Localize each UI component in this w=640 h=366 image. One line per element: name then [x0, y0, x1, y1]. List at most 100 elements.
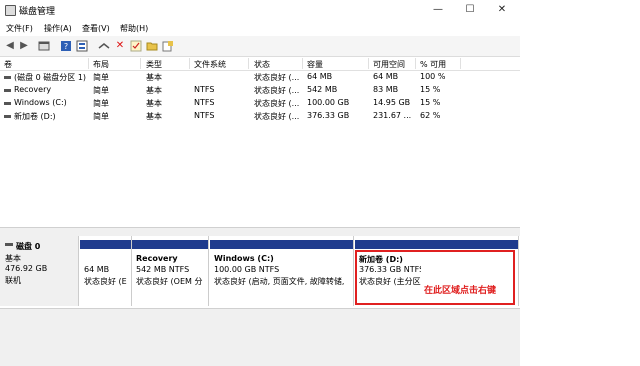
column-divider[interactable]: [140, 58, 141, 69]
volume-name: (磁盘 0 磁盘分区 1): [14, 73, 87, 82]
volume-list-header: 卷 布局 类型 文件系统 状态 容量 可用空间 % 可用: [0, 57, 520, 71]
volume-name: 新加卷 (D:): [14, 112, 56, 121]
search-icon[interactable]: [162, 40, 174, 52]
volume-layout: 简单: [93, 99, 109, 108]
properties-icon[interactable]: [76, 40, 88, 52]
volume-percent-free: 100 %: [420, 72, 446, 81]
volume-status: 状态良好 (...: [254, 73, 300, 82]
volume-row[interactable]: Windows (C:) 简单 基本 NTFS 状态良好 (... 100.00…: [0, 97, 520, 109]
column-divider[interactable]: [189, 58, 190, 69]
volume-icon: [4, 102, 11, 105]
maximize-button[interactable]: ☐: [460, 3, 480, 17]
toolbar: ◀ ▶ ? ✕: [0, 36, 520, 57]
disk-name: 磁盘 0: [16, 242, 41, 251]
menu-action[interactable]: 操作(A): [44, 23, 72, 34]
volume-capacity: 100.00 GB: [307, 98, 350, 107]
column-header-status[interactable]: 状态: [254, 59, 270, 70]
minimize-button[interactable]: —: [428, 3, 448, 17]
column-header-volume[interactable]: 卷: [4, 59, 12, 70]
volume-row[interactable]: 新加卷 (D:) 简单 基本 NTFS 状态良好 (... 376.33 GB …: [0, 110, 520, 122]
column-header-free-space[interactable]: 可用空间: [373, 59, 405, 70]
partition-size: 542 MB NTFS: [136, 265, 190, 274]
partition-status: 状态良好 (启动, 页面文件, 故障转储,: [214, 277, 345, 286]
close-button[interactable]: ✕: [492, 3, 512, 17]
partition-title: Recovery: [136, 254, 178, 263]
title-bar: 磁盘管理 — ☐ ✕: [0, 0, 520, 20]
volume-layout: 简单: [93, 73, 109, 82]
annotation-label: 在此区域点击右键: [424, 286, 497, 296]
volume-filesystem: NTFS: [194, 111, 215, 120]
volume-status: 状态良好 (...: [254, 112, 300, 121]
menu-bar: 文件(F) 操作(A) 查看(V) 帮助(H): [0, 20, 520, 36]
partition-bar: [210, 240, 353, 249]
partition-size: 100.00 GB NTFS: [214, 265, 280, 274]
column-header-type[interactable]: 类型: [146, 59, 162, 70]
forward-icon[interactable]: ▶: [18, 40, 30, 52]
partition-block[interactable]: Windows (C:) 100.00 GB NTFS 状态良好 (启动, 页面…: [210, 236, 354, 306]
menu-file[interactable]: 文件(F): [6, 23, 33, 34]
volume-layout: 简单: [93, 86, 109, 95]
volume-icon: [4, 89, 11, 92]
volume-free-space: 64 MB: [373, 72, 399, 81]
volume-capacity: 542 MB: [307, 85, 338, 94]
menu-help[interactable]: 帮助(H): [120, 23, 148, 34]
volume-type: 基本: [146, 99, 162, 108]
volume-type: 基本: [146, 73, 162, 82]
window-title: 磁盘管理: [19, 7, 56, 17]
volume-capacity: 64 MB: [307, 72, 333, 81]
column-divider[interactable]: [88, 58, 89, 69]
folder-icon[interactable]: [146, 40, 158, 52]
volume-icon: [4, 76, 11, 79]
partition-size: 64 MB: [84, 265, 110, 274]
column-header-layout[interactable]: 布局: [93, 59, 109, 70]
highlight-box: [355, 250, 515, 305]
disk-icon: [5, 243, 13, 246]
svg-text:?: ?: [64, 42, 68, 51]
disk-map: 磁盘 0 基本 476.92 GB 联机 64 MB 状态良好 (E Recov…: [0, 236, 520, 308]
column-header-filesystem[interactable]: 文件系统: [194, 59, 226, 70]
volume-type: 基本: [146, 112, 162, 121]
volume-status: 状态良好 (...: [254, 99, 300, 108]
delete-icon[interactable]: ✕: [114, 40, 126, 52]
partition-block[interactable]: 64 MB 状态良好 (E: [80, 236, 132, 306]
partition-bar: [80, 240, 131, 249]
console-icon[interactable]: [38, 40, 50, 52]
partition-bar: [132, 240, 208, 249]
disk-type: 基本: [5, 254, 21, 263]
connect-icon[interactable]: [98, 40, 110, 52]
disk-state: 联机: [5, 276, 21, 285]
volume-row[interactable]: (磁盘 0 磁盘分区 1) 简单 基本 状态良好 (... 64 MB 64 M…: [0, 71, 520, 83]
column-divider[interactable]: [415, 58, 416, 69]
column-header-percent-free[interactable]: % 可用: [420, 59, 446, 70]
volume-name: Windows (C:): [14, 98, 67, 107]
partition-title: Windows (C:): [214, 254, 274, 263]
volume-row[interactable]: Recovery 简单 基本 NTFS 状态良好 (... 542 MB 83 …: [0, 84, 520, 96]
volume-type: 基本: [146, 86, 162, 95]
column-divider[interactable]: [302, 58, 303, 69]
volume-free-space: 14.95 GB: [373, 98, 411, 107]
disk-management-window: 磁盘管理 — ☐ ✕ 文件(F) 操作(A) 查看(V) 帮助(H) ◀ ▶ ?…: [0, 0, 520, 366]
disk-info-panel[interactable]: 磁盘 0 基本 476.92 GB 联机: [0, 236, 79, 306]
volume-filesystem: NTFS: [194, 98, 215, 107]
partition-bar: [355, 240, 518, 249]
volume-layout: 简单: [93, 112, 109, 121]
volume-free-space: 231.67 ...: [373, 111, 412, 120]
menu-view[interactable]: 查看(V): [82, 23, 110, 34]
volume-percent-free: 15 %: [420, 98, 441, 107]
empty-area: [0, 308, 520, 366]
column-header-capacity[interactable]: 容量: [307, 59, 323, 70]
volume-filesystem: NTFS: [194, 85, 215, 94]
help-icon[interactable]: ?: [60, 40, 72, 52]
partition-block[interactable]: Recovery 542 MB NTFS 状态良好 (OEM 分: [132, 236, 209, 306]
volume-percent-free: 62 %: [420, 111, 441, 120]
column-divider[interactable]: [368, 58, 369, 69]
column-divider[interactable]: [248, 58, 249, 69]
volume-icon: [4, 115, 11, 118]
check-icon[interactable]: [130, 40, 142, 52]
volume-status: 状态良好 (...: [254, 86, 300, 95]
column-divider[interactable]: [460, 58, 461, 69]
volume-name: Recovery: [14, 85, 52, 94]
back-icon[interactable]: ◀: [4, 40, 16, 52]
disk-size: 476.92 GB: [5, 264, 48, 273]
volume-list: 卷 布局 类型 文件系统 状态 容量 可用空间 % 可用 (磁盘 0 磁盘分区 …: [0, 57, 520, 227]
